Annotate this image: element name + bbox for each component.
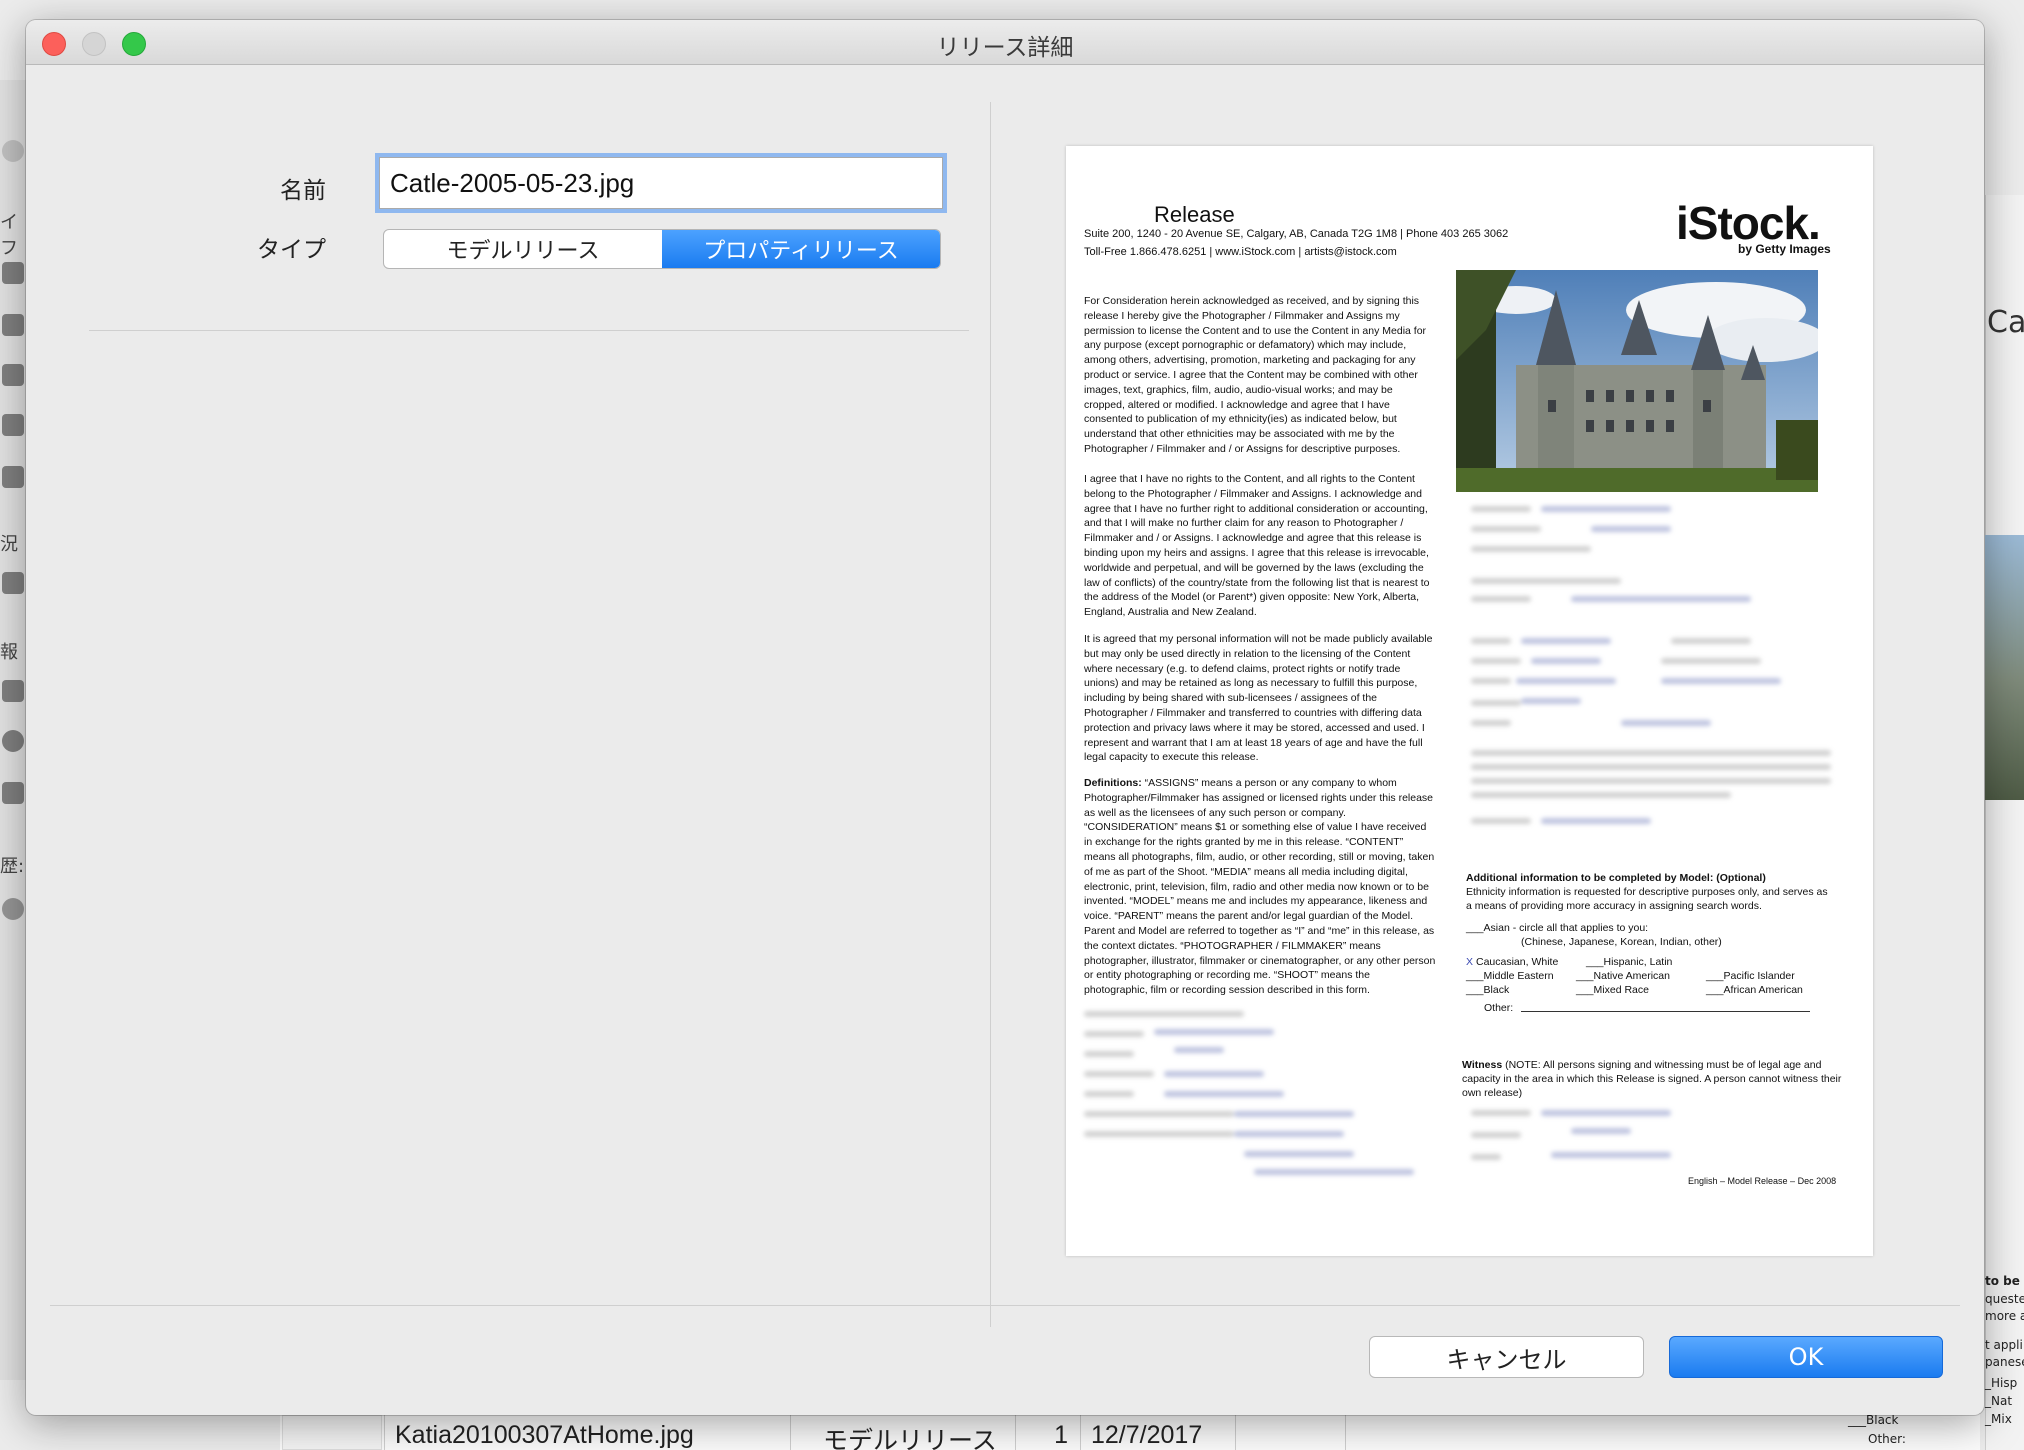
ethnicity-option: ___Pacific Islander [1706, 970, 1795, 982]
background-text-fragment: ___Black [1848, 1413, 1899, 1427]
ethnicity-option: Caucasian, White [1476, 956, 1559, 968]
background-text-fragment: more a [1985, 1309, 2024, 1323]
ethnicity-option: ___African American [1706, 984, 1803, 996]
redacted-photographer-info [1084, 1011, 1444, 1181]
redacted-model-info [1461, 498, 1841, 838]
date-cell: 12/7/2017 [1080, 1413, 1235, 1450]
background-text-fragment: t appli [1985, 1338, 2023, 1352]
ethnicity-option: ___Native American [1576, 970, 1670, 982]
type-label: タイプ [257, 237, 326, 263]
sidebar-text: 報 [0, 642, 18, 663]
document-address: Suite 200, 1240 - 20 Avenue SE, Calgary,… [1084, 228, 1509, 240]
count-cell: 1 [1015, 1413, 1080, 1450]
tag-icon[interactable] [2, 466, 24, 488]
dollar-icon[interactable] [2, 730, 24, 752]
model-release-option[interactable]: モデルリリース [384, 230, 662, 268]
witness-note: (NOTE: All persons signing and witnessin… [1462, 1059, 1842, 1099]
additional-info-desc: Ethnicity information is requested for d… [1466, 886, 1828, 912]
other-line [1521, 1001, 1810, 1012]
type-segmented-control[interactable]: モデルリリース プロパティリリース [383, 229, 941, 269]
property-release-option[interactable]: プロパティリリース [662, 230, 940, 268]
background-text-fragment: Other: [1868, 1432, 1906, 1446]
definitions-label: Definitions: [1084, 777, 1142, 789]
window-title: リリース詳細 [936, 35, 1074, 61]
chart-icon[interactable] [2, 782, 24, 804]
document-icon[interactable] [2, 364, 24, 386]
pane-divider [990, 102, 991, 1327]
background-text-fragment: panese [1985, 1355, 2024, 1369]
background-text-fragment: _Mix [1985, 1412, 2012, 1426]
release-document-preview: Release Suite 200, 1240 - 20 Avenue SE, … [1066, 146, 1873, 1256]
name-input[interactable] [379, 157, 943, 209]
upload-icon[interactable] [2, 572, 24, 594]
bg-cell-blank [1345, 1413, 1845, 1450]
document-contact: Toll-Free 1.866.478.6251 | www.iStock.co… [1084, 246, 1397, 258]
ok-button[interactable]: OK [1669, 1336, 1943, 1378]
asian-option: ___Asian - circle all that applies to yo… [1466, 922, 1649, 934]
checked-mark: X [1466, 956, 1474, 968]
background-text-fragment: to be c [1985, 1274, 2024, 1288]
release-paragraph-3: It is agreed that my personal informatio… [1084, 633, 1433, 764]
excel-icon[interactable] [2, 680, 24, 702]
sidebar-text: 況 [0, 534, 18, 555]
additional-info-title: Additional information to be completed b… [1466, 872, 1766, 884]
other-row: Other: [1466, 1001, 1828, 1015]
background-right-title: Cat [1987, 305, 2024, 340]
back-icon [2, 140, 24, 162]
filename-cell: Katia20100307AtHome.jpg [384, 1413, 789, 1450]
additional-info-section: Additional information to be completed b… [1466, 871, 1828, 1015]
ethnicity-option: ___Mixed Race [1576, 984, 1649, 996]
bg-cell-blank [1235, 1413, 1345, 1450]
type-cell: モデルリリース [790, 1413, 1015, 1450]
ethnicity-option: ___Middle Eastern [1466, 970, 1554, 982]
clipboard-icon[interactable] [2, 414, 24, 436]
ethnicity-option: ___Black [1466, 984, 1510, 996]
castle-photo [1456, 270, 1818, 492]
release-form: 名前 タイプ モデルリリース プロパティリリース [26, 65, 990, 1305]
release-paragraph-1: For Consideration herein acknowledged as… [1084, 295, 1427, 455]
background-text-fragment: _Nat [1985, 1394, 2013, 1408]
thumbnail [282, 1415, 382, 1450]
cancel-button[interactable]: キャンセル [1369, 1336, 1644, 1378]
background-right-photo [1985, 535, 2024, 800]
definitions-text: “ASSIGNS” means a person or any company … [1084, 777, 1436, 997]
background-right-panel [1985, 195, 2024, 1450]
background-text-fragment: queste [1985, 1292, 2024, 1306]
sidebar-text: イフ [0, 212, 18, 259]
logo-subtitle: by Getty Images [1738, 242, 1831, 256]
redacted-witness-info [1461, 1106, 1841, 1181]
release-paragraph-2: I agree that I have no rights to the Con… [1084, 473, 1430, 619]
title-bar: リリース詳細 [26, 20, 1984, 65]
document-footer: English – Model Release – Dec 2008 [1688, 1176, 1837, 1186]
witness-label: Witness [1462, 1059, 1503, 1071]
image-icon[interactable] [2, 314, 24, 336]
asian-subtext: (Chinese, Japanese, Korean, Indian, othe… [1521, 936, 1722, 948]
history-icon[interactable] [2, 898, 24, 920]
ethnicity-row-3: ___Black ___Mixed Race ___African Americ… [1466, 983, 1828, 997]
other-label: Other: [1484, 1002, 1514, 1014]
name-label: 名前 [280, 178, 326, 204]
background-text-fragment: _Hisp [1985, 1376, 2018, 1390]
release-details-dialog: リリース詳細 名前 タイプ モデルリリース プロパティリリース Release … [26, 20, 1984, 1415]
document-title: Release [1154, 202, 1235, 227]
ethnicity-row-1: X Caucasian, White ___Hispanic, Latin [1466, 955, 1828, 969]
footer-divider [50, 1305, 1960, 1306]
sidebar-text: 歴: [0, 856, 25, 877]
witness-section: Witness (NOTE: All persons signing and w… [1462, 1058, 1842, 1100]
ethnicity-row-2: ___Middle Eastern ___Native American ___… [1466, 969, 1828, 983]
form-divider [89, 330, 969, 331]
folder-icon[interactable] [2, 262, 24, 284]
ethnicity-option: ___Hispanic, Latin [1586, 956, 1673, 968]
definitions-section: Definitions: “ASSIGNS” means a person or… [1084, 776, 1436, 998]
